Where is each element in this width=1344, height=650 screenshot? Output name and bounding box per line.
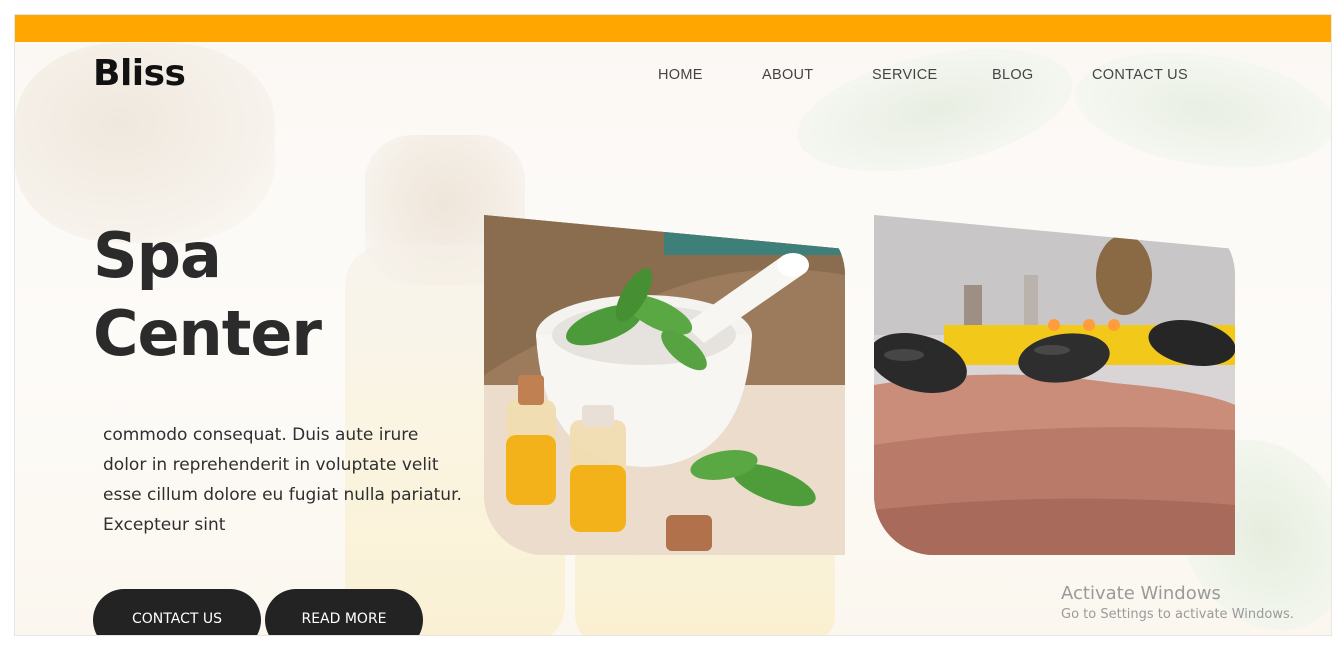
nav-item-about[interactable]: ABOUT	[762, 67, 813, 83]
page-frame: Bliss HOME ABOUT SERVICE BLOG CONTACT US…	[14, 14, 1332, 636]
read-more-button[interactable]: READ MORE	[265, 589, 423, 635]
herbs-mortar-oil-image	[484, 215, 845, 555]
watermark-subtitle: Go to Settings to activate Windows.	[1061, 607, 1294, 622]
activate-windows-watermark: Activate Windows Go to Settings to activ…	[1061, 583, 1294, 625]
site-logo[interactable]: Bliss	[93, 53, 186, 94]
hero-title-line-1: Spa	[93, 219, 222, 292]
hero-description: commodo consequat. Duis aute irure dolor…	[103, 425, 462, 535]
hero-title: Spa Center	[93, 217, 433, 373]
hot-stone-massage-image	[874, 215, 1235, 555]
contact-us-button[interactable]: CONTACT US	[93, 589, 261, 635]
top-accent-bar	[15, 15, 1331, 42]
nav-item-blog[interactable]: BLOG	[992, 67, 1034, 83]
nav-item-home[interactable]: HOME	[658, 67, 703, 83]
watermark-title: Activate Windows	[1061, 583, 1221, 604]
background-leaf-shape	[786, 27, 1084, 193]
background-leaf-shape-2	[1068, 37, 1331, 183]
hero-title-line-2: Center	[93, 297, 322, 370]
nav-item-contact-us[interactable]: CONTACT US	[1092, 67, 1188, 83]
nav-item-service[interactable]: SERVICE	[872, 67, 938, 83]
